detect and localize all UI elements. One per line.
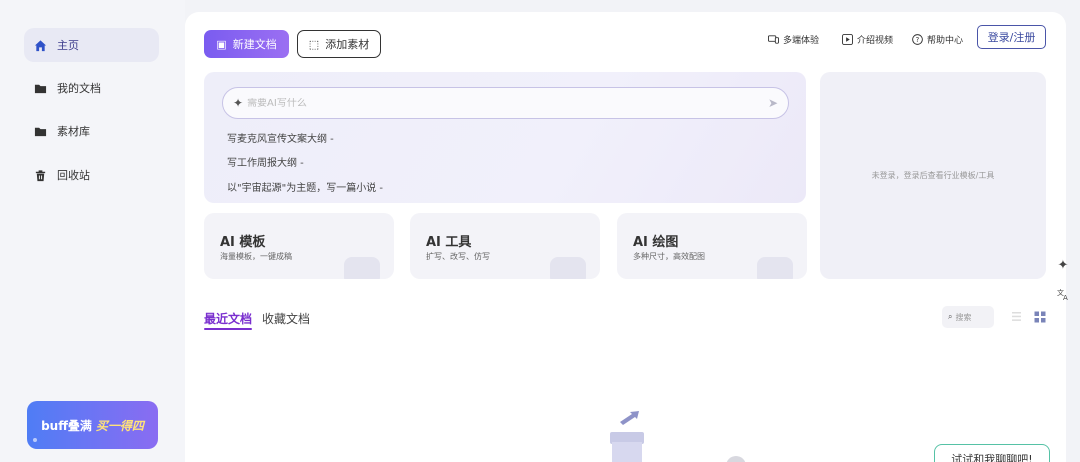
folder-icon bbox=[34, 127, 47, 136]
tool-card-illustration bbox=[757, 257, 793, 279]
folder-icon bbox=[34, 84, 47, 93]
prompt-suggestion[interactable]: 写工作周报大纲 - bbox=[227, 154, 304, 169]
help-center-link[interactable]: ? 帮助中心 bbox=[912, 32, 963, 46]
svg-text:A: A bbox=[1063, 294, 1068, 301]
send-icon[interactable]: ➤ bbox=[768, 96, 778, 110]
multi-device-link[interactable]: 多端体验 bbox=[768, 32, 819, 46]
tool-card-illustration bbox=[344, 257, 380, 279]
sidebar-item-materials[interactable]: 素材库 bbox=[24, 114, 159, 148]
ai-sparkle-float-icon[interactable]: ✦ bbox=[1055, 257, 1071, 273]
new-document-button[interactable]: ▣ 新建文档 bbox=[204, 30, 289, 58]
document-icon: ▣ bbox=[216, 37, 227, 51]
sidebar: 主页 我的文档 素材库 回收站 buff叠满 买一得四 bbox=[0, 0, 185, 462]
add-material-label: 添加素材 bbox=[325, 38, 370, 51]
devices-icon bbox=[768, 34, 779, 44]
prompt-suggestion[interactable]: 以"宇宙起源"为主题，写一篇小说 - bbox=[227, 179, 383, 194]
login-register-button[interactable]: 登录/注册 bbox=[977, 25, 1046, 49]
tool-card-title: AI 绘图 bbox=[633, 235, 679, 250]
sidebar-item-label: 我的文档 bbox=[57, 82, 101, 95]
search-icon: ⌕ bbox=[948, 312, 953, 321]
doc-search[interactable]: ⌕ 搜索 bbox=[942, 306, 994, 328]
sidebar-item-label: 回收站 bbox=[57, 169, 90, 182]
empty-box-illustration bbox=[610, 411, 644, 462]
tool-card-title: AI 工具 bbox=[426, 235, 472, 250]
chat-with-me-button[interactable]: 试试和我聊聊吧! bbox=[934, 444, 1050, 462]
promo-label: buff叠满 bbox=[41, 418, 92, 433]
login-hint-text: 未登录，登录后查看行业模板/工具 bbox=[871, 171, 995, 180]
tool-card-subtitle: 扩写、改写、仿写 bbox=[426, 252, 490, 261]
grid-view-icon[interactable] bbox=[1034, 311, 1046, 323]
tool-card-subtitle: 海量模板，一键成稿 bbox=[220, 252, 292, 261]
sidebar-item-my-docs[interactable]: 我的文档 bbox=[24, 71, 159, 105]
sidebar-item-label: 素材库 bbox=[57, 125, 90, 138]
sparkle-icon: ✦ bbox=[233, 96, 244, 110]
ai-template-card[interactable]: AI 模板 海量模板，一键成稿 bbox=[204, 213, 394, 279]
promo-highlight: 买一得四 bbox=[95, 418, 144, 433]
promo-banner[interactable]: buff叠满 买一得四 bbox=[27, 401, 158, 449]
intro-video-label: 介绍视频 bbox=[857, 35, 894, 46]
multi-device-label: 多端体验 bbox=[783, 35, 820, 46]
tool-card-title: AI 模板 bbox=[220, 235, 266, 250]
help-center-label: 帮助中心 bbox=[927, 35, 964, 46]
sidebar-item-trash[interactable]: 回收站 bbox=[24, 158, 159, 192]
trash-icon bbox=[35, 169, 46, 181]
ai-tools-card[interactable]: AI 工具 扩写、改写、仿写 bbox=[410, 213, 600, 279]
home-icon bbox=[34, 39, 47, 51]
ai-drawing-card[interactable]: AI 绘图 多种尺寸，高效配图 bbox=[617, 213, 807, 279]
tab-favorite-docs[interactable]: 收藏文档 bbox=[262, 310, 310, 327]
cursor-icon: ⬚ bbox=[308, 37, 320, 51]
new-document-label: 新建文档 bbox=[232, 38, 277, 51]
promo-dot bbox=[33, 438, 37, 442]
sidebar-item-label: 主页 bbox=[57, 39, 79, 52]
ai-prompt-input[interactable] bbox=[247, 97, 768, 109]
doc-search-placeholder: 搜索 bbox=[955, 312, 972, 322]
tool-card-illustration bbox=[550, 257, 586, 279]
play-icon bbox=[842, 33, 853, 45]
intro-video-link[interactable]: 介绍视频 bbox=[842, 32, 893, 46]
translate-icon[interactable]: 文A bbox=[1055, 286, 1071, 302]
sidebar-item-home[interactable]: 主页 bbox=[24, 28, 159, 62]
tab-recent-docs[interactable]: 最近文档 bbox=[204, 310, 253, 330]
ai-prompt-box: ✦ ➤ bbox=[222, 87, 789, 119]
help-icon: ? bbox=[912, 33, 923, 45]
add-material-button[interactable]: ⬚ 添加素材 bbox=[297, 30, 381, 58]
list-view-icon[interactable] bbox=[1011, 311, 1022, 322]
svg-text:?: ? bbox=[916, 35, 920, 43]
tool-card-subtitle: 多种尺寸，高效配图 bbox=[633, 252, 705, 261]
prompt-suggestion[interactable]: 写麦克风宣传文案大纲 - bbox=[227, 130, 334, 145]
login-hint-panel: 未登录，登录后查看行业模板/工具 bbox=[820, 72, 1046, 279]
